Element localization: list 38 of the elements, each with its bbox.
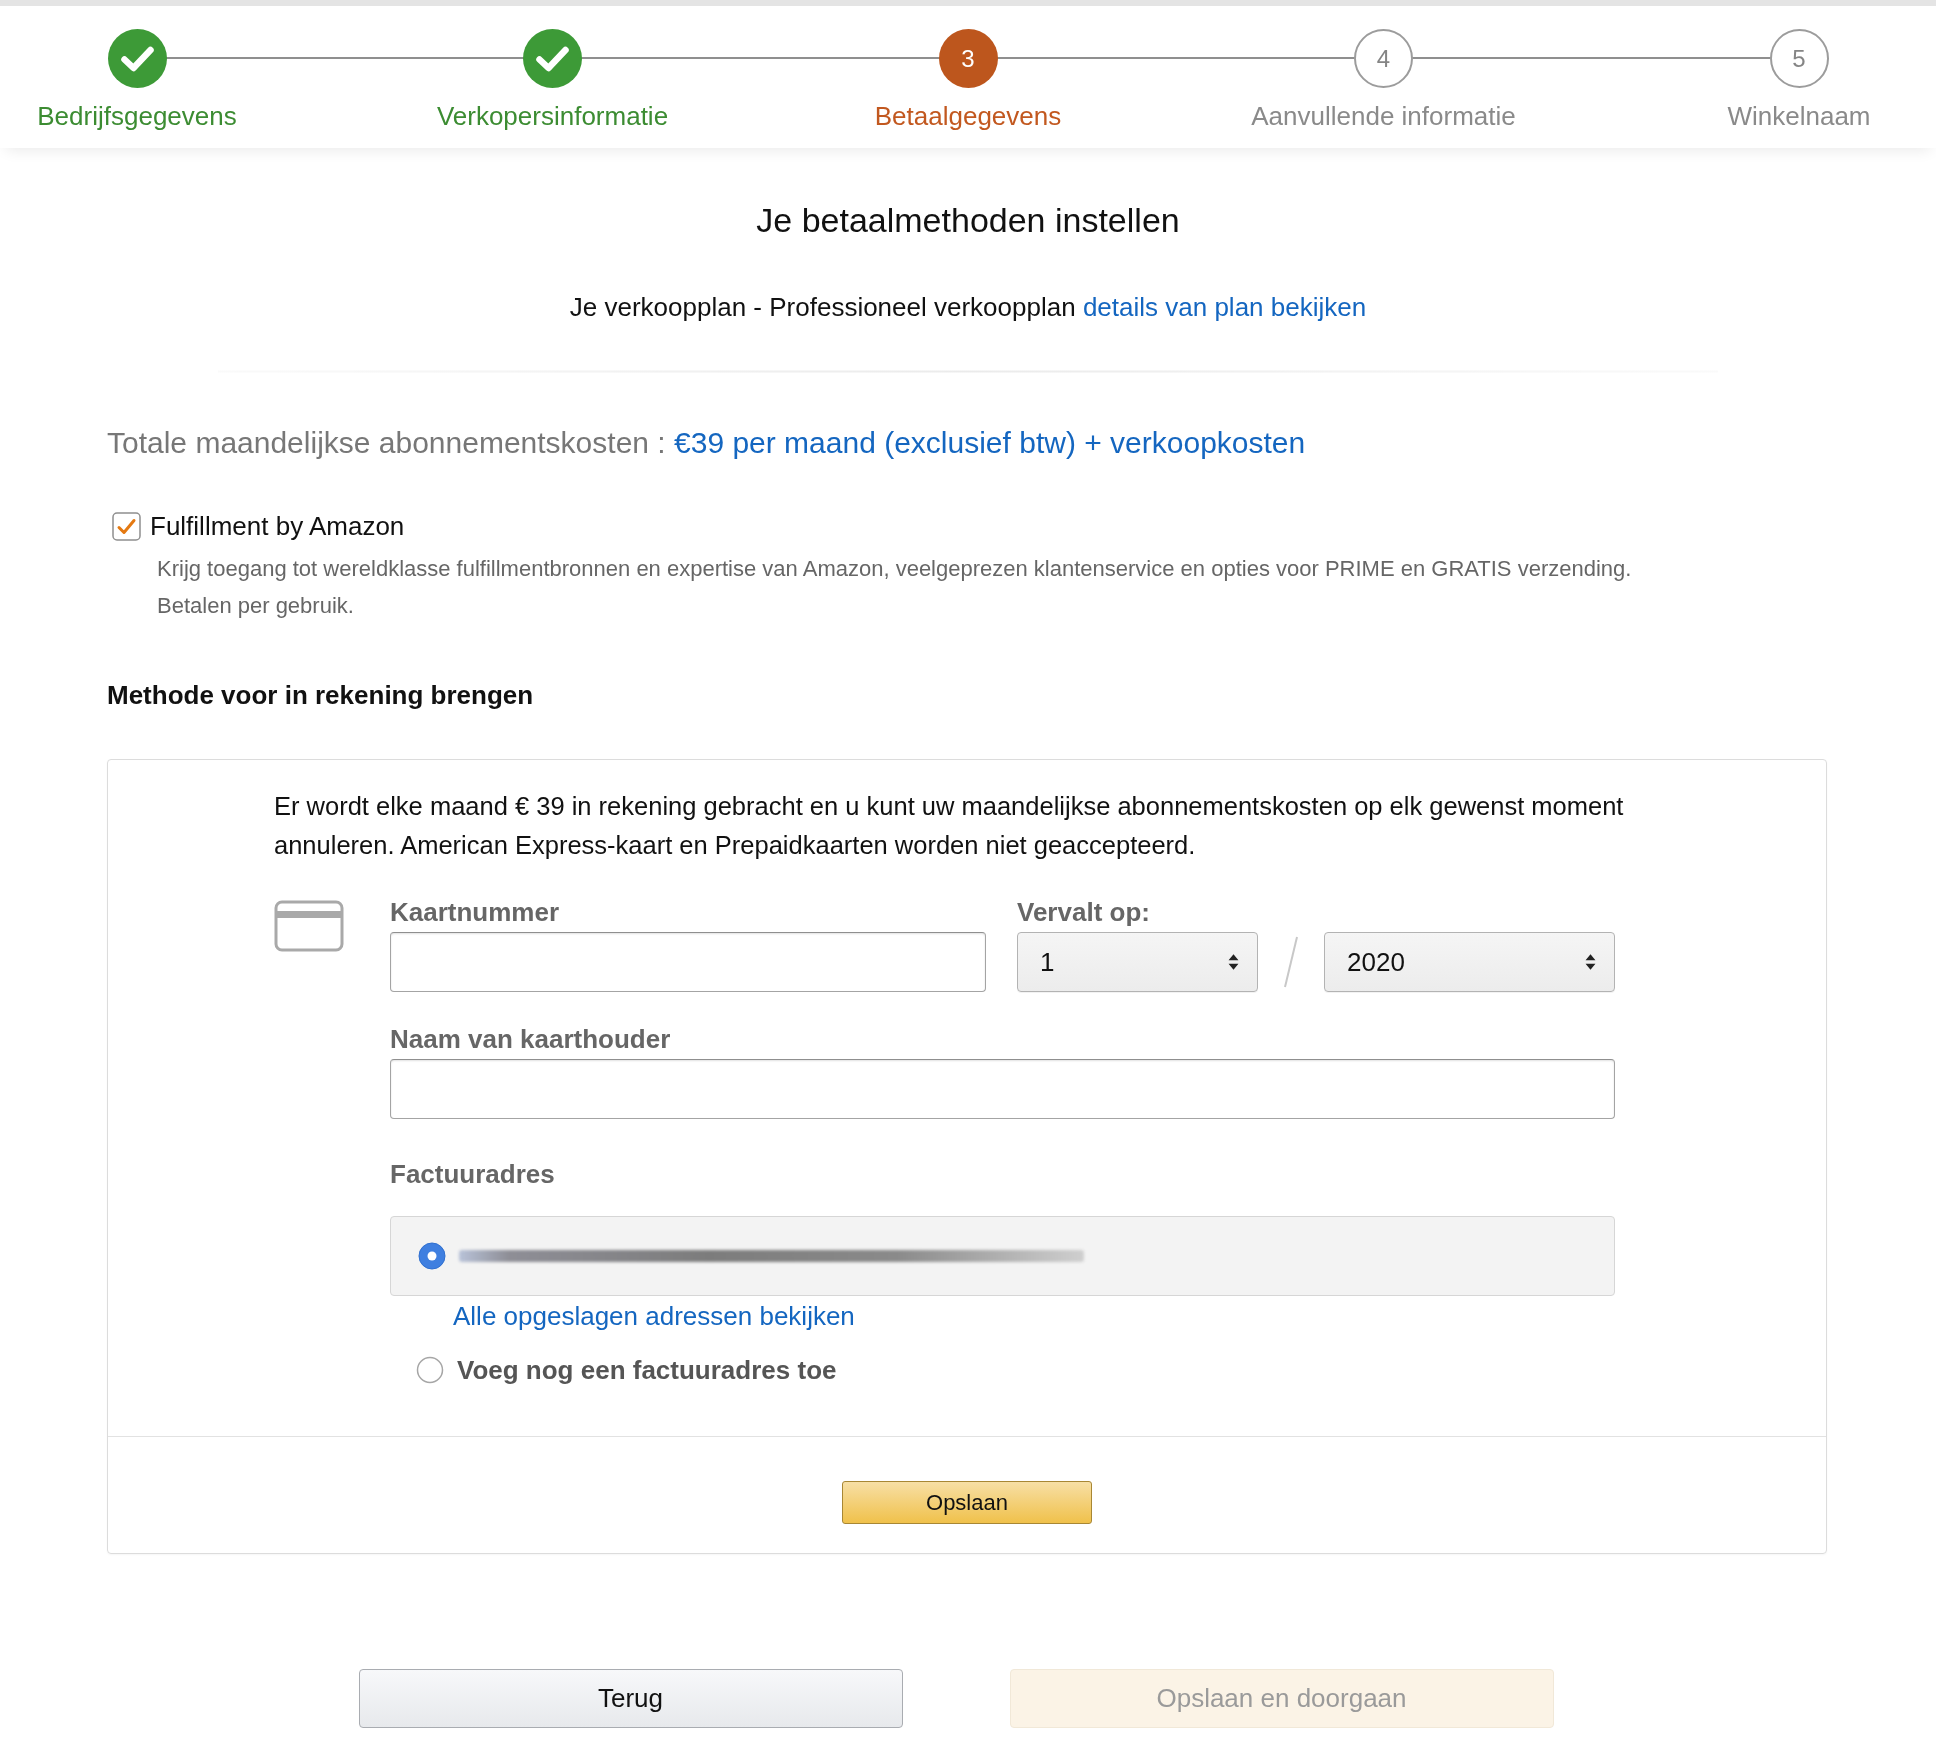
step-label: Bedrijfsgegevens (37, 102, 237, 130)
step-number: 4 (1354, 29, 1413, 88)
fba-description: Betalen per gebruik. (156, 592, 355, 620)
step-label: Betaalgegevens (874, 102, 1062, 130)
step-label: Aanvullende informatie (1251, 102, 1516, 130)
step-label: Verkopersinformatie (436, 102, 669, 130)
fba-label: Fulfillment by Amazon (150, 511, 405, 541)
page-title: Je betaalmethoden instellen (755, 200, 1181, 240)
radio-button[interactable] (416, 1356, 444, 1384)
section-title: Methode voor in rekening brengen (107, 680, 535, 710)
plan-details-link[interactable]: details van plan bekijken (1082, 292, 1367, 322)
footer-button[interactable]: Terug (358, 1669, 903, 1728)
radio-label: Voeg nog een factuuradres toe (457, 1355, 837, 1385)
field-label: Vervalt op: (1017, 897, 1151, 927)
updown-arrows-icon (1228, 953, 1239, 971)
field-label: Naam van kaarthouder (390, 1024, 671, 1054)
field-label: Kaartnummer (390, 897, 561, 927)
step-label: Winkelnaam (1727, 102, 1871, 130)
billing-notice: Er wordt elke maand € 39 in rekening gebracht en u kunt uw maandelijkse abonnementskosten op elk gewenst moment annuleren. American Express-kaart en Prepaidkaarten worden niet geaccepteerd. (274, 791, 1625, 861)
card-number-input[interactable] (390, 932, 986, 992)
fba-description: Krijg toegang tot wereldklasse fulfillmentbronnen en expertise van Amazon, veelgeprezen klantenservice en opties voor PRIME en GRATIS verzending. (156, 555, 1633, 583)
saved-addresses-link[interactable]: Alle opgeslagen adressen bekijken (453, 1301, 855, 1331)
month-select[interactable]: 1 (1017, 932, 1258, 992)
plan-description: Je verkoopplan - Professioneel verkoopplan details van plan bekijken (568, 292, 1368, 322)
date-separator (1284, 936, 1298, 988)
subscription-price: €39 per maand (exclusief btw) + verkoopkosten (674, 426, 1306, 459)
step-number: 3 (938, 29, 998, 88)
field-label: Factuuradres (390, 1159, 555, 1189)
updown-arrows-icon (1585, 953, 1596, 971)
credit-card-icon (274, 900, 344, 952)
checkbox[interactable] (112, 511, 141, 541)
radio-button[interactable] (418, 1242, 446, 1270)
year-select[interactable]: 2020 (1324, 932, 1615, 992)
saved-address-option[interactable] (390, 1216, 1615, 1296)
cardholder-name-input[interactable] (390, 1059, 1615, 1119)
save-button[interactable]: Opslaan (842, 1481, 1092, 1524)
subscription-label: Totale maandelijkse abonnementskosten : (107, 426, 666, 459)
step-number: 5 (1769, 29, 1829, 88)
